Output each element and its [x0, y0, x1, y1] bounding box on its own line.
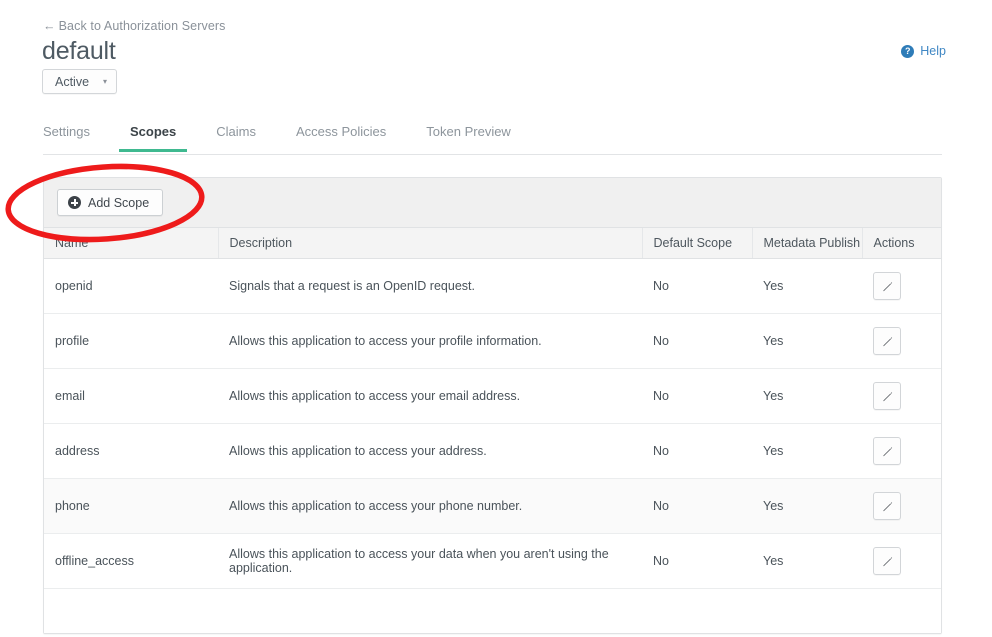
table-row[interactable]: address Allows this application to acces… [44, 423, 941, 479]
plus-circle-icon [68, 196, 81, 209]
cell-description: Allows this application to access your d… [218, 533, 642, 589]
cell-name: email [44, 368, 218, 424]
question-mark-icon: ? [901, 44, 915, 58]
cell-default-scope: No [642, 533, 752, 589]
cell-default-scope: No [642, 368, 752, 424]
cell-default-scope: No [642, 423, 752, 479]
cell-description: Allows this application to access your e… [218, 368, 642, 424]
cell-metadata-publish: Yes [752, 533, 862, 589]
pencil-icon [882, 446, 892, 456]
cell-description: Allows this application to access your a… [218, 423, 642, 479]
cell-description: Allows this application to access your p… [218, 478, 642, 534]
tab-access-policies[interactable]: Access Policies [296, 120, 386, 151]
left-arrow-icon: ← [43, 19, 56, 33]
cell-description: Allows this application to access your p… [218, 313, 642, 369]
status-dropdown-label: Active [55, 74, 90, 89]
edit-scope-button[interactable] [873, 547, 901, 575]
page-title: default [42, 37, 116, 65]
table-row[interactable]: phone Allows this application to access … [44, 478, 941, 534]
pencil-icon [882, 391, 892, 401]
tab-settings[interactable]: Settings [43, 120, 90, 151]
cell-name: address [44, 423, 218, 479]
cell-name: phone [44, 478, 218, 534]
column-header-metadata-publish: Metadata Publish [752, 228, 863, 259]
cell-default-scope: No [642, 313, 752, 369]
pencil-icon [882, 556, 892, 566]
pencil-icon [882, 336, 892, 346]
scopes-table: Name Description Default Scope Metadata … [44, 228, 941, 633]
back-link-label: Back to Authorization Servers [58, 19, 226, 33]
tab-scopes[interactable]: Scopes [118, 120, 188, 152]
back-to-authorization-servers-link[interactable]: ← Back to Authorization Servers [43, 19, 225, 33]
panel-toolbar: Add Scope [44, 178, 941, 228]
tab-claims[interactable]: Claims [216, 120, 256, 151]
help-label: Help [920, 44, 946, 58]
column-header-name: Name [44, 228, 219, 259]
add-scope-button[interactable]: Add Scope [57, 189, 164, 216]
tab-token-preview[interactable]: Token Preview [426, 120, 511, 151]
table-row[interactable]: profile Allows this application to acces… [44, 313, 941, 369]
cell-metadata-publish: Yes [752, 478, 862, 534]
cell-metadata-publish: Yes [752, 258, 862, 314]
pencil-icon [882, 501, 892, 511]
table-footer-row [44, 588, 941, 633]
table-header-row: Name Description Default Scope Metadata … [44, 228, 941, 259]
cell-actions [862, 368, 941, 424]
edit-scope-button[interactable] [873, 382, 901, 410]
cell-metadata-publish: Yes [752, 423, 862, 479]
cell-name: offline_access [44, 533, 218, 589]
table-row[interactable]: email Allows this application to access … [44, 368, 941, 424]
column-header-description: Description [218, 228, 643, 259]
edit-scope-button[interactable] [873, 272, 901, 300]
chevron-down-icon: ▾ [103, 76, 108, 86]
cell-name: openid [44, 258, 218, 314]
cell-description: Signals that a request is an OpenID requ… [218, 258, 642, 314]
tab-bar: Settings Scopes Claims Access Policies T… [43, 120, 942, 155]
table-row[interactable]: offline_access Allows this application t… [44, 533, 941, 589]
cell-actions [862, 478, 941, 534]
cell-default-scope: No [642, 258, 752, 314]
edit-scope-button[interactable] [873, 327, 901, 355]
cell-actions [862, 258, 941, 314]
edit-scope-button[interactable] [873, 437, 901, 465]
cell-default-scope: No [642, 478, 752, 534]
column-header-default-scope: Default Scope [642, 228, 753, 259]
cell-actions [862, 423, 941, 479]
cell-actions [862, 533, 941, 589]
scopes-panel: Add Scope Name Description Default Scope… [43, 177, 942, 634]
cell-metadata-publish: Yes [752, 313, 862, 369]
help-link[interactable]: ? Help [901, 44, 946, 58]
table-body: openid Signals that a request is an Open… [44, 258, 941, 633]
cell-metadata-publish: Yes [752, 368, 862, 424]
status-dropdown[interactable]: Active ▾ [42, 69, 118, 94]
edit-scope-button[interactable] [873, 492, 901, 520]
cell-name: profile [44, 313, 218, 369]
column-header-actions: Actions [862, 228, 941, 259]
pencil-icon [882, 281, 892, 291]
table-header: Name Description Default Scope Metadata … [44, 228, 941, 259]
table-row[interactable]: openid Signals that a request is an Open… [44, 258, 941, 314]
add-scope-label: Add Scope [88, 195, 150, 210]
cell-actions [862, 313, 941, 369]
